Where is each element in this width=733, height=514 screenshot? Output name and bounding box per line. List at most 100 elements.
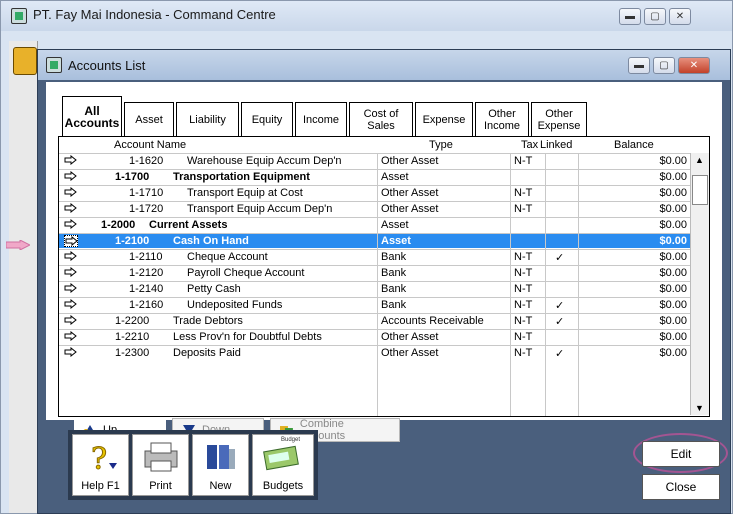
close-action-button[interactable]: Close bbox=[642, 474, 720, 500]
print-button[interactable]: Print bbox=[132, 434, 189, 496]
new-label: New bbox=[209, 480, 232, 492]
account-balance: $0.00 bbox=[659, 251, 687, 263]
tab-asset[interactable]: Asset bbox=[124, 102, 174, 136]
table-row[interactable]: 1-2210 Less Prov'n for Doubtful Debts Othe… bbox=[59, 329, 690, 344]
linked-check: ✓ bbox=[555, 300, 565, 312]
account-balance: $0.00 bbox=[659, 235, 687, 247]
account-type: Bank bbox=[381, 299, 407, 311]
detail-arrow-icon[interactable] bbox=[64, 315, 78, 327]
scroll-down-icon[interactable]: ▼ bbox=[695, 403, 704, 413]
account-name: Transport Equip Accum Dep'n bbox=[187, 203, 333, 215]
account-balance: $0.00 bbox=[659, 219, 687, 231]
maximize-button[interactable]: ▢ bbox=[653, 57, 675, 74]
table-row[interactable]: 1-2200 Trade Debtors Accounts Receivable N-… bbox=[59, 313, 690, 328]
account-number: 1-2160 bbox=[129, 299, 164, 311]
command-centre-sidebar bbox=[9, 41, 38, 513]
account-name: Cheque Account bbox=[187, 251, 268, 263]
tab-other-income[interactable]: Other Income bbox=[475, 102, 529, 136]
app-icon bbox=[11, 8, 27, 24]
column-header-type[interactable]: Type bbox=[429, 139, 453, 151]
maximize-button[interactable]: ▢ bbox=[644, 8, 666, 25]
detail-arrow-icon[interactable] bbox=[64, 347, 78, 359]
tab-liability[interactable]: Liability bbox=[176, 102, 239, 136]
table-row[interactable]: 1-2100 Cash On Hand Asset $0.00 bbox=[59, 233, 690, 248]
scroll-up-icon[interactable]: ▲ bbox=[695, 155, 704, 165]
accounts-list-titlebar: Accounts List ▬ ▢ ✕ bbox=[38, 50, 730, 80]
table-row[interactable]: 1-2140 Petty Cash Bank N-T $0.00 bbox=[59, 281, 690, 296]
account-name: Deposits Paid bbox=[173, 347, 241, 359]
detail-arrow-icon[interactable] bbox=[64, 203, 78, 215]
tab-cost-of-sales[interactable]: Cost of Sales bbox=[349, 102, 413, 136]
account-balance: $0.00 bbox=[659, 331, 687, 343]
vertical-scrollbar[interactable]: ▲ ▼ bbox=[690, 153, 709, 415]
account-number: 1-1720 bbox=[129, 203, 164, 215]
tab-all-accounts[interactable]: All Accounts bbox=[62, 96, 122, 136]
detail-arrow-icon[interactable] bbox=[64, 331, 78, 343]
detail-arrow-icon[interactable] bbox=[64, 267, 78, 279]
scroll-thumb[interactable] bbox=[692, 175, 708, 205]
accounts-list-window: Accounts List ▬ ▢ ✕ All Accounts Asset Lia… bbox=[37, 49, 731, 514]
close-button[interactable]: ✕ bbox=[678, 57, 710, 74]
help-label: Help F1 bbox=[81, 480, 120, 492]
minimize-button[interactable]: ▬ bbox=[619, 8, 641, 25]
detail-arrow-icon[interactable] bbox=[64, 155, 78, 167]
column-header-linked[interactable]: Linked bbox=[540, 139, 572, 151]
account-name: Current Assets bbox=[149, 219, 228, 231]
account-type: Bank bbox=[381, 283, 407, 295]
command-centre-titlebar: PT. Fay Mai Indonesia - Command Centre ▬… bbox=[1, 1, 732, 31]
detail-arrow-icon[interactable] bbox=[64, 187, 78, 199]
column-header-account-name[interactable]: Account Name bbox=[114, 139, 186, 151]
help-question-icon: ? bbox=[91, 442, 117, 473]
tax-code: N-T bbox=[514, 251, 533, 263]
account-number: 1-2000 bbox=[101, 219, 136, 231]
help-button[interactable]: ? Help F1 bbox=[72, 434, 129, 496]
accounts-grid: Account Name Type Tax Linked Balance 1-1… bbox=[58, 136, 710, 417]
close-button[interactable]: ✕ bbox=[669, 8, 691, 25]
table-row[interactable]: 1-2300 Deposits Paid Other Asset N-T ✓ $0.00 bbox=[59, 345, 690, 360]
table-row[interactable]: 1-2000 Current Assets Asset $0.00 bbox=[59, 217, 690, 232]
table-row[interactable]: 1-1720 Transport Equip Accum Dep'n Other A… bbox=[59, 201, 690, 216]
new-button[interactable]: New bbox=[192, 434, 249, 496]
tab-other-expense[interactable]: Other Expense bbox=[531, 102, 587, 136]
table-row[interactable]: 1-2160 Undeposited Funds Bank N-T ✓ $0.00 bbox=[59, 297, 690, 312]
detail-arrow-icon[interactable] bbox=[64, 235, 78, 247]
linked-check: ✓ bbox=[555, 316, 565, 328]
bottom-toolbar: ? Help F1 Print New Budget Budgets bbox=[68, 430, 318, 500]
account-name: Payroll Cheque Account bbox=[187, 267, 305, 279]
account-number: 1-2120 bbox=[129, 267, 164, 279]
detail-arrow-icon[interactable] bbox=[64, 171, 78, 183]
tab-income[interactable]: Income bbox=[295, 102, 347, 136]
column-header-balance[interactable]: Balance bbox=[614, 139, 654, 151]
table-row[interactable]: 1-2110 Cheque Account Bank N-T ✓ $0.00 bbox=[59, 249, 690, 264]
account-balance: $0.00 bbox=[659, 187, 687, 199]
detail-arrow-icon[interactable] bbox=[64, 251, 78, 263]
new-account-icon bbox=[207, 445, 235, 469]
account-name: Petty Cash bbox=[187, 283, 241, 295]
row-pointer-icon bbox=[6, 240, 30, 250]
account-number: 1-2100 bbox=[115, 235, 150, 247]
budgets-button[interactable]: Budget Budgets bbox=[252, 434, 314, 496]
tab-equity[interactable]: Equity bbox=[241, 102, 293, 136]
detail-arrow-icon[interactable] bbox=[64, 283, 78, 295]
minimize-button[interactable]: ▬ bbox=[628, 57, 650, 74]
detail-arrow-icon[interactable] bbox=[64, 219, 78, 231]
account-balance: $0.00 bbox=[659, 347, 687, 359]
table-row[interactable]: 1-2120 Payroll Cheque Account Bank N-T $0.00 bbox=[59, 265, 690, 280]
account-type: Accounts Receivable bbox=[381, 315, 484, 327]
account-type: Asset bbox=[381, 235, 411, 247]
table-row[interactable]: 1-1620 Warehouse Equip Accum Dep'n Other A… bbox=[59, 153, 690, 168]
table-row[interactable]: 1-1710 Transport Equip at Cost Other Asset… bbox=[59, 185, 690, 200]
command-centre-title: PT. Fay Mai Indonesia - Command Centre bbox=[33, 7, 276, 22]
account-number: 1-2300 bbox=[115, 347, 150, 359]
printer-icon bbox=[144, 442, 178, 472]
account-type: Bank bbox=[381, 267, 407, 279]
tab-expense[interactable]: Expense bbox=[415, 102, 473, 136]
print-label: Print bbox=[149, 480, 172, 492]
linked-check: ✓ bbox=[555, 348, 565, 360]
account-number: 1-2140 bbox=[129, 283, 164, 295]
table-row[interactable]: 1-1700 Transportation Equipment Asset $0.00 bbox=[59, 169, 690, 184]
detail-arrow-icon[interactable] bbox=[64, 299, 78, 311]
column-header-tax[interactable]: Tax bbox=[521, 139, 538, 151]
account-balance: $0.00 bbox=[659, 283, 687, 295]
edit-button[interactable]: Edit bbox=[642, 441, 720, 467]
